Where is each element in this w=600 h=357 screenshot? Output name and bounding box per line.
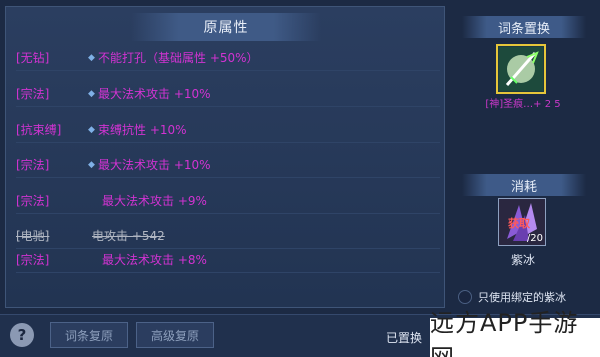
diamond-icon: ◆ (88, 52, 95, 63)
attribute-tag: [宗法] (16, 194, 50, 208)
attribute-text: 束缚抗性 +10% (98, 123, 187, 137)
help-icon[interactable]: ? (10, 323, 34, 347)
attribute-tag: [无钻] (16, 51, 50, 65)
advanced-restore-button[interactable]: 高级复原 (136, 322, 214, 348)
attribute-row-struck: [电驰] 电攻击 +542 (16, 223, 440, 249)
attribute-text: 最大法术攻击 +10% (98, 158, 211, 172)
attribute-text: 最大法术攻击 +10% (98, 87, 211, 101)
cost-header: 消耗 (462, 174, 586, 196)
attribute-tag: [电驰] (16, 229, 50, 243)
panel-header: 原属性 (131, 13, 321, 41)
attribute-row: [抗束缚] ◆ 束缚抗性 +10% (16, 117, 440, 143)
attribute-row: [宗法] 最大法术攻击 +9% (16, 188, 440, 214)
diamond-icon: ◆ (88, 159, 95, 170)
cost-title: 消耗 (510, 179, 537, 195)
original-attributes-panel: 原属性 [无钻] ◆ 不能打孔（基础属性 +50%） [宗法] ◆ 最大法术攻击… (5, 6, 445, 308)
attribute-text: 电攻击 +542 (92, 229, 165, 243)
restore-button[interactable]: 词条复原 (50, 322, 128, 348)
attribute-text: 最大法术攻击 +9% (102, 194, 207, 208)
attribute-row: [无钻] ◆ 不能打孔（基础属性 +50%） (16, 45, 440, 71)
equipment-slot[interactable] (496, 44, 546, 94)
diamond-icon: ◆ (88, 88, 95, 99)
diamond-icon: ◆ (88, 124, 95, 135)
panel-title: 原属性 (203, 20, 249, 36)
attribute-text: 最大法术攻击 +8% (102, 253, 207, 267)
attribute-tag: [宗法] (16, 253, 50, 267)
attribute-tag: [宗法] (16, 158, 50, 172)
attribute-row: [宗法] ◆ 最大法术攻击 +10% (16, 81, 440, 107)
cost-quantity: /20 (526, 233, 543, 244)
attribute-tag: [宗法] (16, 87, 50, 101)
sword-icon (499, 47, 543, 91)
watermark-logo: 远方APP手游网 (430, 309, 600, 357)
attribute-row: [宗法] ◆ 最大法术攻击 +10% (16, 152, 440, 178)
equipment-name: [神]圣痕…+ 2 5 (485, 99, 561, 110)
cost-item-slot[interactable]: 获取 /20 (498, 198, 546, 246)
attribute-tag: [抗束缚] (16, 123, 62, 137)
attribute-row: [宗法] 最大法术攻击 +8% (16, 247, 440, 273)
attribute-text: 不能打孔（基础属性 +50%） (98, 51, 259, 65)
replace-panel: 词条置换 [神]圣痕…+ 2 5 消耗 获取 /20 紫冰 只使用绑定的紫冰 (452, 6, 594, 312)
get-label[interactable]: 获取 (508, 215, 530, 231)
cost-item-name: 紫冰 (510, 253, 535, 267)
replace-header: 词条置换 (462, 16, 586, 38)
status-text: 已置换 (386, 331, 423, 345)
replace-title: 词条置换 (497, 21, 550, 37)
